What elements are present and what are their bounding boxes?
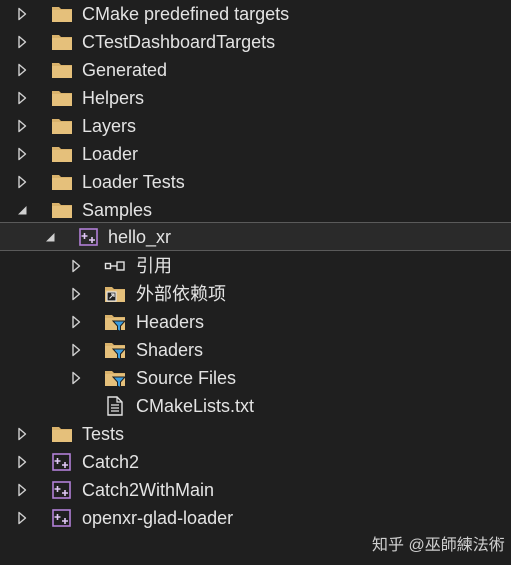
- cmake-target-icon: [51, 480, 73, 500]
- tree-item-headers[interactable]: Headers: [0, 308, 511, 336]
- tree-item-external-dependencies[interactable]: 外部依赖项: [0, 280, 511, 308]
- tree-item-label: Loader Tests: [82, 172, 185, 192]
- tree-item-label: 引用: [136, 256, 172, 276]
- expand-arrow-icon[interactable]: [15, 35, 29, 49]
- expand-arrow-icon[interactable]: [15, 147, 29, 161]
- tree-item-samples[interactable]: Samples: [0, 196, 511, 224]
- tree-item-label: Helpers: [82, 88, 145, 108]
- tree-item-helpers[interactable]: Helpers: [0, 84, 511, 112]
- tree-item-label: Tests: [82, 424, 125, 444]
- tree-item-label: Samples: [82, 200, 153, 220]
- expand-arrow-icon[interactable]: [15, 511, 29, 525]
- tree-item-ctestdashboardtargets[interactable]: CTestDashboardTargets: [0, 28, 511, 56]
- collapse-arrow-icon[interactable]: [43, 230, 57, 244]
- expand-arrow-icon[interactable]: [15, 175, 29, 189]
- external-dependencies-icon: [104, 284, 126, 304]
- folder-icon: [51, 32, 73, 52]
- tree-item-generated[interactable]: Generated: [0, 56, 511, 84]
- tree-item-cmakelists-txt[interactable]: CMakeLists.txt: [0, 392, 511, 420]
- folder-icon: [51, 144, 73, 164]
- tree-item-references[interactable]: 引用: [0, 252, 511, 280]
- tree-item-loader-tests[interactable]: Loader Tests: [0, 168, 511, 196]
- tree-item-label: Catch2: [82, 452, 140, 472]
- expand-arrow-icon[interactable]: [15, 483, 29, 497]
- tree-item-label: Loader: [82, 144, 139, 164]
- references-icon: [104, 256, 126, 276]
- watermark: 知乎 @巫師練法術: [372, 537, 505, 554]
- expand-arrow-icon[interactable]: [15, 91, 29, 105]
- filter-folder-icon: [104, 368, 126, 388]
- tree-item-cmake-predefined-targets[interactable]: CMake predefined targets: [0, 0, 511, 28]
- tree-item-shaders[interactable]: Shaders: [0, 336, 511, 364]
- folder-icon: [51, 424, 73, 444]
- expand-arrow-icon[interactable]: [69, 371, 83, 385]
- tree-item-label: Layers: [82, 116, 137, 136]
- folder-icon: [51, 200, 73, 220]
- tree-item-label: CMakeLists.txt: [136, 396, 255, 416]
- tree-item-source-files[interactable]: Source Files: [0, 364, 511, 392]
- folder-icon: [51, 60, 73, 80]
- filter-folder-icon: [104, 340, 126, 360]
- expand-arrow-icon[interactable]: [15, 427, 29, 441]
- tree-item-label: CMake predefined targets: [82, 4, 290, 24]
- expand-arrow-icon[interactable]: [69, 343, 83, 357]
- tree-item-label: CTestDashboardTargets: [82, 32, 276, 52]
- collapse-arrow-icon[interactable]: [15, 203, 29, 217]
- cmake-target-icon: [51, 452, 73, 472]
- tree-item-label: Catch2WithMain: [82, 480, 215, 500]
- tree-item-label: Generated: [82, 60, 168, 80]
- text-file-icon: [104, 396, 126, 416]
- tree-item-layers[interactable]: Layers: [0, 112, 511, 140]
- expand-arrow-icon[interactable]: [15, 63, 29, 77]
- cmake-target-icon: [51, 508, 73, 528]
- cmake-target-icon: [78, 227, 100, 247]
- tree-item-label: openxr-glad-loader: [82, 508, 234, 528]
- tree-item-hello-xr[interactable]: hello_xr: [0, 222, 511, 251]
- folder-icon: [51, 172, 73, 192]
- expand-arrow-icon[interactable]: [69, 287, 83, 301]
- tree-item-label: Shaders: [136, 340, 204, 360]
- solution-explorer-tree: CMake predefined targets CTestDashboardT…: [0, 0, 511, 565]
- expand-arrow-icon[interactable]: [15, 7, 29, 21]
- tree-item-catch2withmain[interactable]: Catch2WithMain: [0, 476, 511, 504]
- folder-icon: [51, 88, 73, 108]
- tree-item-label: 外部依赖项: [136, 284, 226, 304]
- tree-item-catch2[interactable]: Catch2: [0, 448, 511, 476]
- tree-item-openxr-glad-loader[interactable]: openxr-glad-loader: [0, 504, 511, 532]
- filter-folder-icon: [104, 312, 126, 332]
- tree-item-loader[interactable]: Loader: [0, 140, 511, 168]
- tree-item-label: Source Files: [136, 368, 237, 388]
- tree-item-label: Headers: [136, 312, 205, 332]
- tree-item-tests[interactable]: Tests: [0, 420, 511, 448]
- folder-icon: [51, 116, 73, 136]
- expand-arrow-icon[interactable]: [15, 455, 29, 469]
- tree-item-label: hello_xr: [108, 227, 172, 247]
- expand-arrow-icon[interactable]: [69, 259, 83, 273]
- folder-icon: [51, 4, 73, 24]
- expand-arrow-icon[interactable]: [15, 119, 29, 133]
- expand-arrow-icon[interactable]: [69, 315, 83, 329]
